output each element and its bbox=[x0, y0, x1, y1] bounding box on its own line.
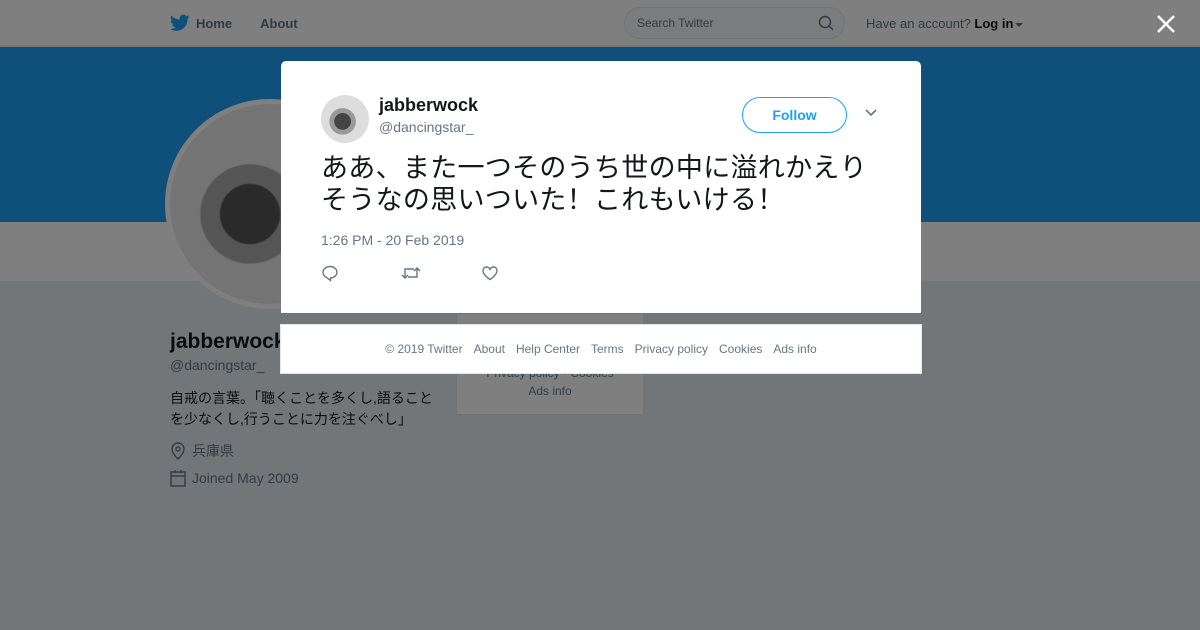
tweet-modal: jabberwock @dancingstar_ Follow ああ、また一つそ… bbox=[281, 61, 921, 313]
chevron-down-icon[interactable] bbox=[864, 108, 878, 118]
tweet-author-avatar[interactable] bbox=[321, 95, 369, 143]
footer-link-about[interactable]: About bbox=[474, 342, 505, 356]
footer-link-terms[interactable]: Terms bbox=[591, 342, 624, 356]
tweet-text: ああ、また一つそのうち世の中に溢れかえりそうなの思いついた！これもいける！ bbox=[321, 153, 867, 216]
footer-link-privacy[interactable]: Privacy policy bbox=[635, 342, 708, 356]
footer-copyright: © 2019 Twitter bbox=[385, 342, 463, 356]
retweet-icon bbox=[401, 267, 421, 279]
reply-button[interactable] bbox=[321, 264, 401, 284]
tweet-author-name[interactable]: jabberwock bbox=[379, 95, 478, 116]
modal-footer: © 2019 Twitter About Help Center Terms P… bbox=[280, 324, 922, 374]
like-button[interactable] bbox=[481, 264, 561, 284]
tweet-timestamp[interactable]: 1:26 PM - 20 Feb 2019 bbox=[321, 232, 464, 248]
follow-button[interactable]: Follow bbox=[742, 97, 847, 133]
close-icon[interactable] bbox=[1155, 13, 1177, 35]
like-icon bbox=[482, 266, 498, 281]
footer-link-ads-info[interactable]: Ads info bbox=[773, 342, 816, 356]
tweet-actions bbox=[321, 264, 561, 284]
retweet-button[interactable] bbox=[401, 264, 481, 284]
footer-link-cookies[interactable]: Cookies bbox=[719, 342, 762, 356]
footer-link-help-center[interactable]: Help Center bbox=[516, 342, 580, 356]
reply-icon bbox=[322, 265, 338, 282]
tweet-author-handle[interactable]: @dancingstar_ bbox=[379, 119, 473, 135]
